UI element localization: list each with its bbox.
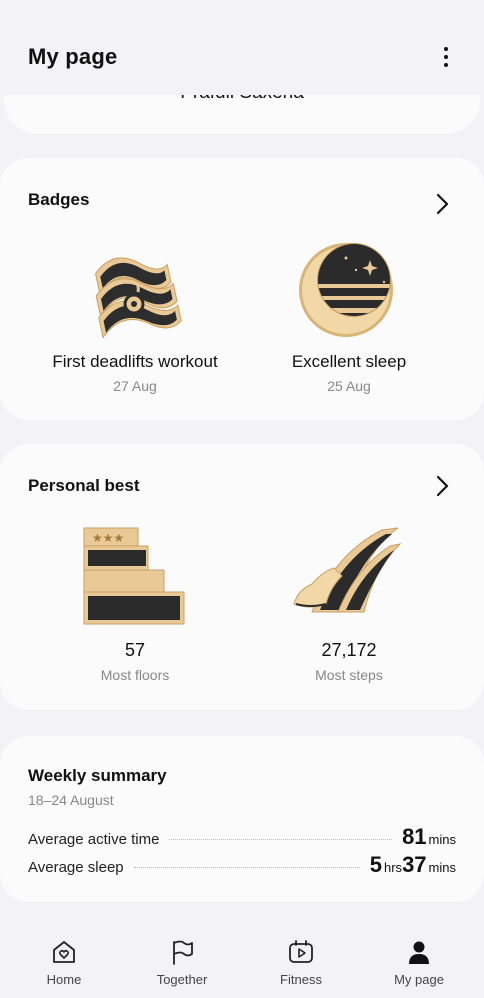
badges-card[interactable]: Badges First deadlifts workout 27 Aug Ex…: [0, 158, 484, 420]
sleep-value: 5 hrs37 mins: [369, 852, 456, 877]
badge-name: First deadlifts workout: [52, 352, 218, 371]
best-label: Most floors: [100, 667, 170, 683]
flag-icon: [173, 940, 193, 965]
bottom-navigation: Home Together Fitness My page: [0, 920, 484, 998]
sleep-row: Average sleep 5 hrs37 mins: [28, 852, 456, 878]
sleep-label: Average sleep: [28, 859, 124, 876]
best-item[interactable]: 27,172 Most steps: [274, 640, 424, 683]
nav-label-my-page: My page: [394, 972, 444, 987]
best-value: 27,172: [321, 640, 377, 660]
active-time-label: Average active time: [28, 831, 160, 848]
person-icon: [409, 941, 429, 964]
stairs-badge-icon: ★★★: [83, 527, 185, 625]
moon-badge-icon: [299, 243, 393, 337]
shoe-badge-icon: [293, 527, 402, 613]
badge-item[interactable]: First deadlifts workout 27 Aug: [40, 352, 230, 394]
badge-name: Excellent sleep: [291, 352, 407, 371]
best-item[interactable]: 57 Most floors: [60, 640, 210, 683]
chevron-right-icon[interactable]: [432, 474, 452, 498]
badge-date: 27 Aug: [113, 378, 157, 394]
badge-item[interactable]: Excellent sleep 25 Aug: [254, 352, 444, 394]
active-time-value: 81 mins: [402, 824, 456, 849]
more-dot: [444, 63, 448, 67]
app-header: My page: [0, 0, 484, 95]
more-dot: [444, 47, 448, 51]
best-label: Most steps: [315, 667, 383, 683]
personal-best-card[interactable]: Personal best ★★★ 57 Most floors 27,172 …: [0, 444, 484, 710]
nav-item-fitness[interactable]: Fitness: [251, 938, 351, 987]
badge-date: 25 Aug: [327, 378, 371, 394]
nav-item-my-page[interactable]: My page: [369, 938, 469, 987]
nav-label-fitness: Fitness: [280, 972, 322, 987]
nav-label-together: Together: [156, 972, 208, 987]
nav-item-together[interactable]: Together: [132, 938, 232, 987]
play-video-icon: [289, 940, 313, 963]
nav-item-home[interactable]: Home: [14, 938, 114, 987]
active-time-row: Average active time 81 mins: [28, 824, 456, 850]
nav-label-home: Home: [46, 972, 82, 987]
weekly-summary-card[interactable]: Weekly summary 18–24 August Average acti…: [0, 736, 484, 902]
row-leader: [133, 867, 360, 868]
svg-text:★★★: ★★★: [92, 531, 124, 545]
weekly-summary-title: Weekly summary: [28, 766, 167, 785]
best-value: 57: [124, 640, 146, 660]
weekly-summary-range: 18–24 August: [28, 792, 114, 808]
deadlift-badge-icon: [95, 257, 182, 339]
badges-title: Badges: [28, 190, 90, 209]
row-leader: [169, 839, 393, 840]
page-title: My page: [28, 44, 118, 69]
home-heart-icon: [53, 941, 75, 963]
more-dot: [444, 55, 448, 59]
more-options-button[interactable]: [432, 42, 460, 72]
chevron-right-icon[interactable]: [432, 192, 452, 216]
personal-best-title: Personal best: [28, 476, 140, 495]
